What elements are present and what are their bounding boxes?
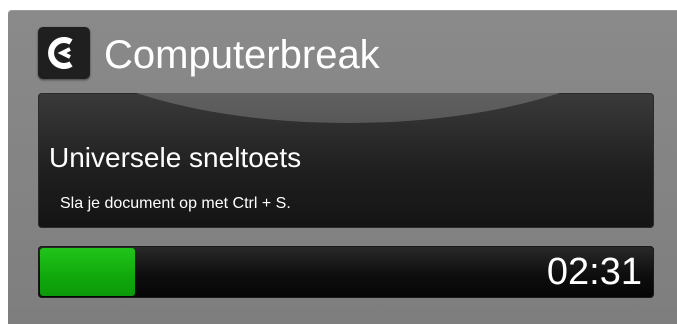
app-title: Computerbreak bbox=[104, 33, 380, 77]
tip-title: Universele sneltoets bbox=[49, 142, 302, 173]
computerbreak-window: Computerbreak Universele sneltoets Sla j… bbox=[8, 10, 677, 324]
panel-gloss bbox=[38, 93, 654, 123]
computerbreak-logo-icon bbox=[38, 27, 90, 79]
countdown-timer: 02:31 bbox=[546, 251, 642, 293]
tip-text: Sla je document op met Ctrl + S. bbox=[60, 195, 291, 212]
break-progress-bar: 02:31 bbox=[38, 246, 654, 298]
tip-panel: Universele sneltoets Sla je document op … bbox=[38, 93, 654, 228]
progress-fill bbox=[40, 248, 135, 296]
